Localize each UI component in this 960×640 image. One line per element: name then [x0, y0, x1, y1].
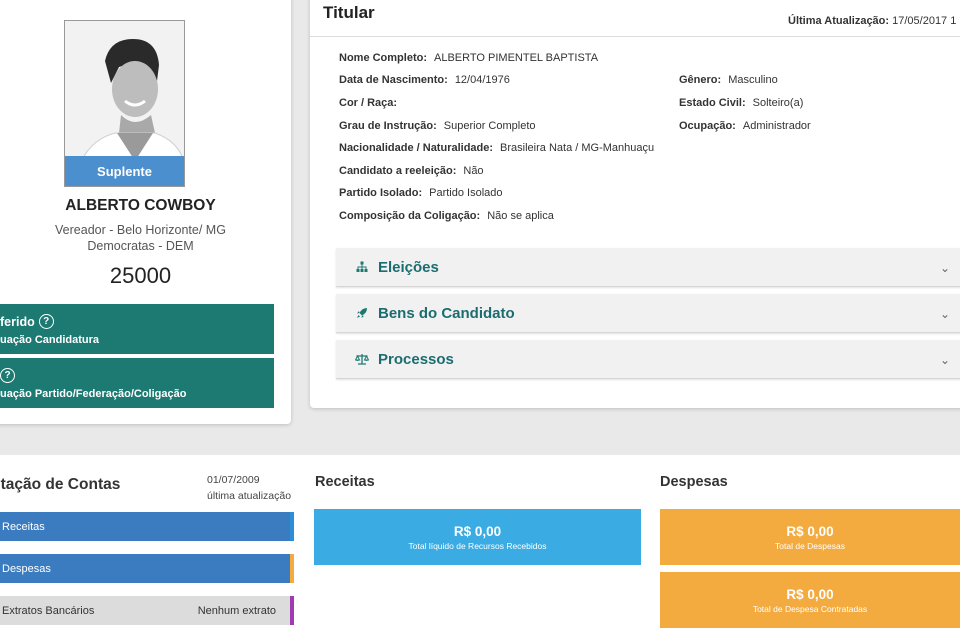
prestacao-contas-date: 01/07/2009 última atualização — [207, 472, 291, 504]
titular-panel: Titular Última Atualização: 17/05/2017 1… — [310, 0, 960, 408]
contas-receitas-bar[interactable]: Receitas — [0, 512, 294, 541]
prestacao-contas-title: stação de Contas — [0, 476, 121, 493]
field-ocupacao: Ocupação: Administrador — [679, 120, 811, 132]
receitas-total-card[interactable]: R$ 0,00 Total líquido de Recursos Recebi… — [314, 509, 641, 565]
field-estado-civil: Estado Civil: Solteiro(a) — [679, 97, 804, 109]
accordion-bens[interactable]: Bens do Candidato ⌄ — [336, 294, 960, 333]
prestacao-contas-date-label: última atualização — [207, 490, 292, 502]
balance-scale-icon — [354, 353, 370, 365]
receitas-total-caption: Total líquido de Recursos Recebidos — [408, 541, 547, 551]
contas-despesas-label: Despesas — [2, 562, 51, 575]
candidate-card: Suplente ALBERTO COWBOY Vereador - Belo … — [0, 0, 291, 424]
despesas-contratadas-card[interactable]: R$ 0,00 Total de Despesa Contratadas — [660, 572, 960, 628]
candidate-photo: Suplente — [64, 20, 185, 187]
last-update-label: Última Atualização: — [788, 15, 890, 27]
candidate-number: 25000 — [109, 263, 172, 288]
despesas-total-card[interactable]: R$ 0,00 Total de Despesas — [660, 509, 960, 565]
help-icon[interactable]: ? — [38, 314, 54, 329]
despesas-total-amount: R$ 0,00 — [786, 524, 834, 539]
candidate-name: ALBERTO COWBOY — [65, 197, 216, 214]
field-genero: Gênero: Masculino — [679, 74, 778, 86]
divider — [310, 36, 960, 37]
contas-despesas-bar[interactable]: Despesas — [0, 554, 294, 583]
situacao-candidatura-box[interactable]: ferido? uação Candidatura — [0, 304, 274, 354]
help-icon[interactable]: ? — [0, 368, 15, 383]
despesas-contratadas-amount: R$ 0,00 — [786, 587, 834, 602]
chevron-down-icon[interactable]: ⌄ — [940, 307, 950, 321]
despesas-contratadas-caption: Total de Despesa Contratadas — [752, 604, 868, 614]
receitas-total-amount: R$ 0,00 — [453, 524, 502, 539]
titular-title: Titular — [323, 3, 375, 22]
prestacao-contas-date-value: 01/07/2009 — [207, 474, 260, 486]
despesas-total-caption: Total de Despesas — [775, 541, 845, 551]
field-instrucao: Grau de Instrução: Superior Completo — [339, 120, 536, 132]
situacao-partido-label: uação Partido/Federação/Coligação — [0, 388, 187, 400]
field-nome: Nome Completo: ALBERTO PIMENTEL BAPTISTA — [339, 52, 599, 64]
accordion-processos-label: Processos — [378, 350, 454, 368]
accordion-bens-label: Bens do Candidato — [378, 304, 515, 322]
situacao-candidatura-status: ferido — [0, 314, 35, 329]
candidate-party: Democratas - DEM — [87, 239, 194, 253]
field-reeleicao: Candidato a reeleição: Não — [339, 165, 484, 177]
accordion-processos[interactable]: Processos ⌄ — [336, 340, 960, 379]
field-coligacao: Composição da Coligação: Não se aplica — [339, 210, 554, 222]
candidate-status-label: Suplente — [65, 156, 184, 186]
contas-extratos-value: Nenhum extrato — [197, 604, 276, 617]
candidate-office: Vereador - Belo Horizonte/ MG — [55, 223, 226, 237]
sitemap-icon — [354, 261, 370, 273]
last-update: Última Atualização: 17/05/2017 1 — [788, 15, 956, 27]
field-nacionalidade: Nacionalidade / Naturalidade: Brasileira … — [339, 142, 655, 154]
chevron-down-icon[interactable]: ⌄ — [940, 353, 950, 367]
contas-extratos-bar[interactable]: Extratos Bancários Nenhum extrato — [0, 596, 294, 625]
field-nascimento: Data de Nascimento: 12/04/1976 — [339, 74, 510, 86]
contas-receitas-label: Receitas — [2, 520, 45, 533]
last-update-value: 17/05/2017 1 — [892, 15, 957, 27]
accordion-eleicoes[interactable]: Eleições ⌄ — [336, 248, 960, 287]
despesas-title: Despesas — [660, 474, 728, 490]
situacao-partido-box[interactable]: ? uação Partido/Federação/Coligação — [0, 358, 274, 408]
accordion-eleicoes-label: Eleições — [378, 258, 439, 276]
field-cor-raca: Cor / Raça: — [339, 97, 398, 109]
chevron-down-icon[interactable]: ⌄ — [940, 261, 950, 275]
field-partido: Partido Isolado: Partido Isolado — [339, 187, 503, 199]
contas-extratos-label: Extratos Bancários — [2, 604, 95, 617]
rocket-icon — [354, 307, 370, 319]
receitas-title: Receitas — [315, 474, 375, 490]
situacao-candidatura-label: uação Candidatura — [0, 334, 100, 346]
